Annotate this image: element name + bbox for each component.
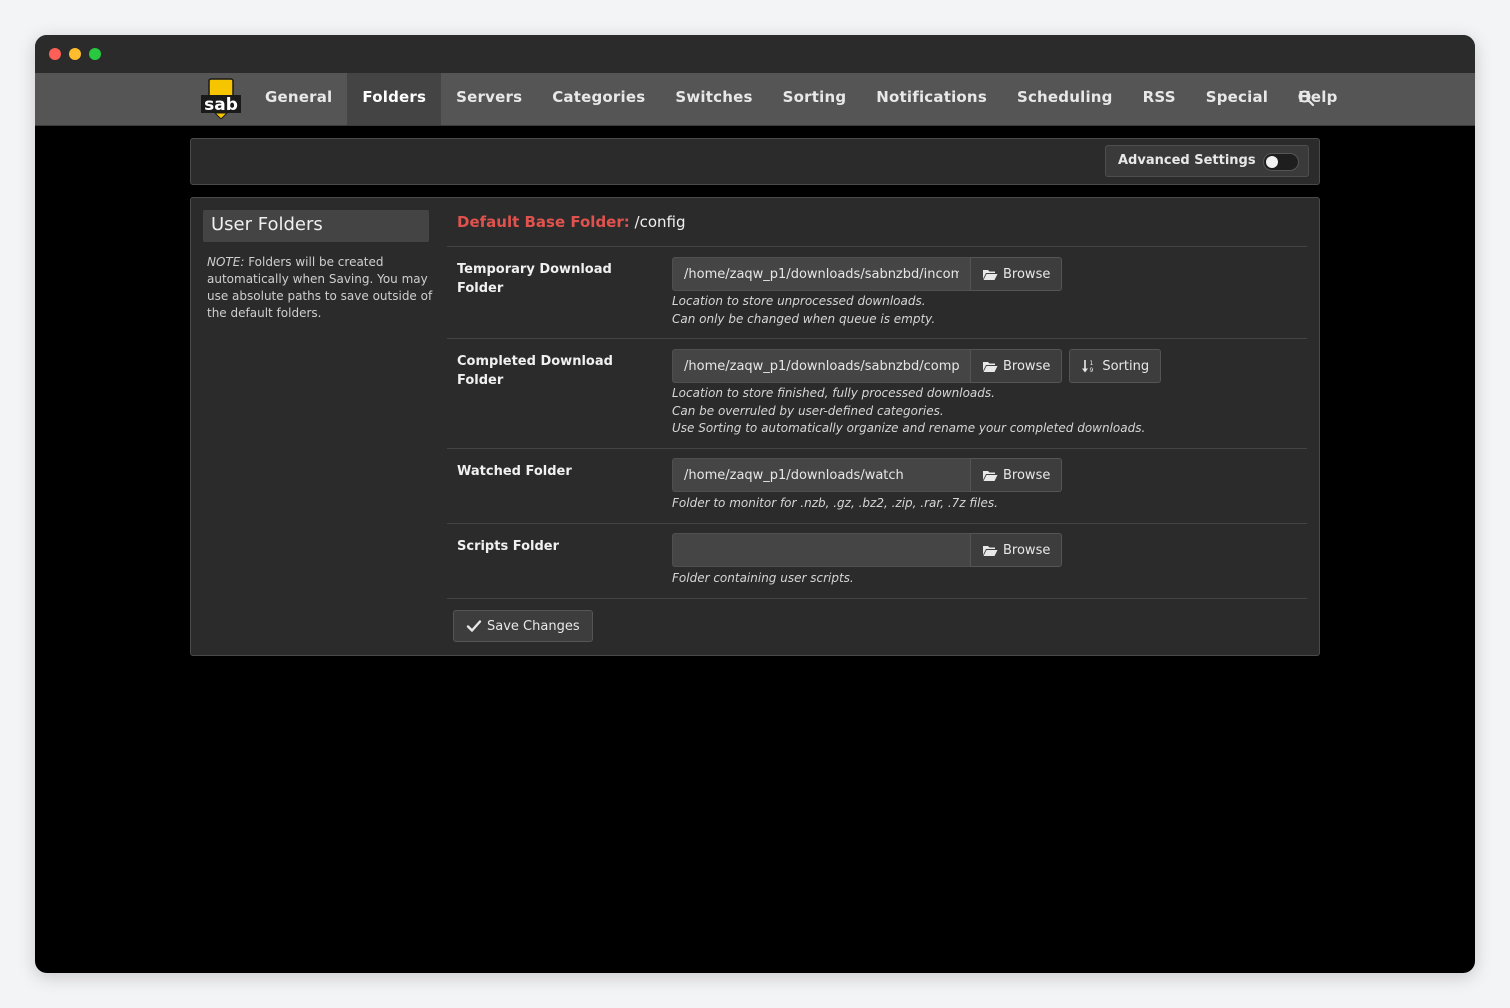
nav-switches[interactable]: Switches bbox=[660, 73, 767, 125]
watched-folder-group: Browse bbox=[672, 458, 1063, 492]
nav-special[interactable]: Special bbox=[1191, 73, 1283, 125]
help-line: Folder to monitor for .nzb, .gz, .bz2, .… bbox=[672, 496, 998, 510]
nav-folders[interactable]: Folders bbox=[347, 73, 442, 125]
divider bbox=[447, 448, 1307, 449]
nav-notifications[interactable]: Notifications bbox=[861, 73, 1002, 125]
temporary-folder-help: Location to store unprocessed downloads.… bbox=[672, 293, 935, 328]
check-icon bbox=[466, 620, 482, 632]
nav-sorting[interactable]: Sorting bbox=[768, 73, 862, 125]
app-window: sab General Folders Servers Categories S… bbox=[35, 35, 1475, 973]
browse-label: Browse bbox=[1003, 266, 1051, 282]
divider bbox=[447, 598, 1307, 599]
advanced-settings-switch[interactable] bbox=[1263, 153, 1299, 171]
nav-scheduling[interactable]: Scheduling bbox=[1002, 73, 1128, 125]
maximize-window-button[interactable] bbox=[89, 48, 101, 60]
divider bbox=[447, 246, 1307, 247]
completed-folder-group: Browse 19 Sorting bbox=[672, 349, 1162, 383]
folder-open-icon bbox=[983, 362, 998, 372]
nav-general[interactable]: General bbox=[250, 73, 347, 125]
sabnzbd-logo-icon[interactable]: sab bbox=[199, 77, 243, 119]
sorting-label: Sorting bbox=[1102, 358, 1150, 374]
save-label: Save Changes bbox=[487, 618, 580, 634]
watched-folder-input[interactable] bbox=[672, 458, 970, 492]
section-note: NOTE: Folders will be created automatica… bbox=[207, 254, 433, 322]
completed-folder-label: Completed Download Folder bbox=[457, 354, 613, 388]
nav-rss[interactable]: RSS bbox=[1128, 73, 1191, 125]
browse-label: Browse bbox=[1003, 467, 1051, 483]
scripts-folder-group: Browse bbox=[672, 533, 1063, 567]
help-line: Can be overruled by user-defined categor… bbox=[672, 403, 944, 418]
help-line: Can only be changed when queue is empty. bbox=[672, 311, 936, 326]
completed-folder-help: Location to store finished, fully proces… bbox=[672, 385, 1145, 438]
help-line: Location to store unprocessed downloads. bbox=[672, 294, 926, 308]
divider bbox=[447, 523, 1307, 524]
svg-text:9: 9 bbox=[1090, 367, 1094, 373]
user-folders-panel: User Folders NOTE: Folders will be creat… bbox=[190, 197, 1320, 656]
watched-folder-label: Watched Folder bbox=[457, 464, 572, 479]
window-titlebar bbox=[35, 35, 1475, 73]
nav-help[interactable]: Help bbox=[1283, 73, 1352, 125]
folder-open-icon bbox=[983, 471, 998, 481]
help-line: Folder containing user scripts. bbox=[672, 571, 854, 585]
toggle-knob bbox=[1266, 156, 1278, 168]
scripts-folder-input[interactable] bbox=[672, 533, 970, 567]
note-prefix: NOTE: bbox=[207, 255, 245, 269]
nav-servers[interactable]: Servers bbox=[441, 73, 537, 125]
search-icon[interactable] bbox=[1297, 89, 1315, 107]
scripts-folder-label: Scripts Folder bbox=[457, 539, 559, 554]
nav-menu: General Folders Servers Categories Switc… bbox=[250, 73, 1353, 125]
base-folder-label: Default Base Folder: bbox=[457, 213, 630, 231]
temporary-folder-group: Browse bbox=[672, 257, 1063, 291]
help-line: Use Sorting to automatically organize an… bbox=[672, 421, 1146, 435]
browse-label: Browse bbox=[1003, 358, 1051, 374]
watched-browse-button[interactable]: Browse bbox=[970, 458, 1063, 492]
minimize-window-button[interactable] bbox=[69, 48, 81, 60]
folder-open-icon bbox=[983, 546, 998, 556]
temporary-folder-input[interactable] bbox=[672, 257, 970, 291]
browse-label: Browse bbox=[1003, 542, 1051, 558]
section-title: User Folders bbox=[203, 210, 429, 242]
scripts-folder-help: Folder containing user scripts. bbox=[672, 570, 854, 588]
completed-folder-input[interactable] bbox=[672, 349, 970, 383]
folder-open-icon bbox=[983, 270, 998, 280]
divider bbox=[447, 338, 1307, 339]
top-navbar: sab General Folders Servers Categories S… bbox=[35, 73, 1475, 126]
base-folder-value: /config bbox=[634, 213, 686, 231]
scripts-browse-button[interactable]: Browse bbox=[970, 533, 1063, 567]
save-changes-button[interactable]: Save Changes bbox=[453, 610, 593, 642]
nav-categories[interactable]: Categories bbox=[537, 73, 660, 125]
completed-browse-button[interactable]: Browse bbox=[970, 349, 1063, 383]
svg-text:sab: sab bbox=[204, 95, 238, 115]
advanced-settings-toggle-button[interactable]: Advanced Settings bbox=[1105, 145, 1309, 177]
temporary-browse-button[interactable]: Browse bbox=[970, 257, 1063, 291]
temporary-folder-label: Temporary Download Folder bbox=[457, 262, 612, 296]
help-line: Location to store finished, fully proces… bbox=[672, 386, 995, 400]
sorting-button[interactable]: 19 Sorting bbox=[1069, 349, 1162, 383]
close-window-button[interactable] bbox=[49, 48, 61, 60]
sort-icon: 19 bbox=[1082, 360, 1094, 373]
advanced-settings-panel: Advanced Settings bbox=[190, 138, 1320, 185]
svg-text:1: 1 bbox=[1090, 360, 1094, 367]
watched-folder-help: Folder to monitor for .nzb, .gz, .bz2, .… bbox=[672, 495, 998, 513]
default-base-folder: Default Base Folder: /config bbox=[457, 213, 686, 231]
advanced-settings-label: Advanced Settings bbox=[1118, 153, 1256, 168]
